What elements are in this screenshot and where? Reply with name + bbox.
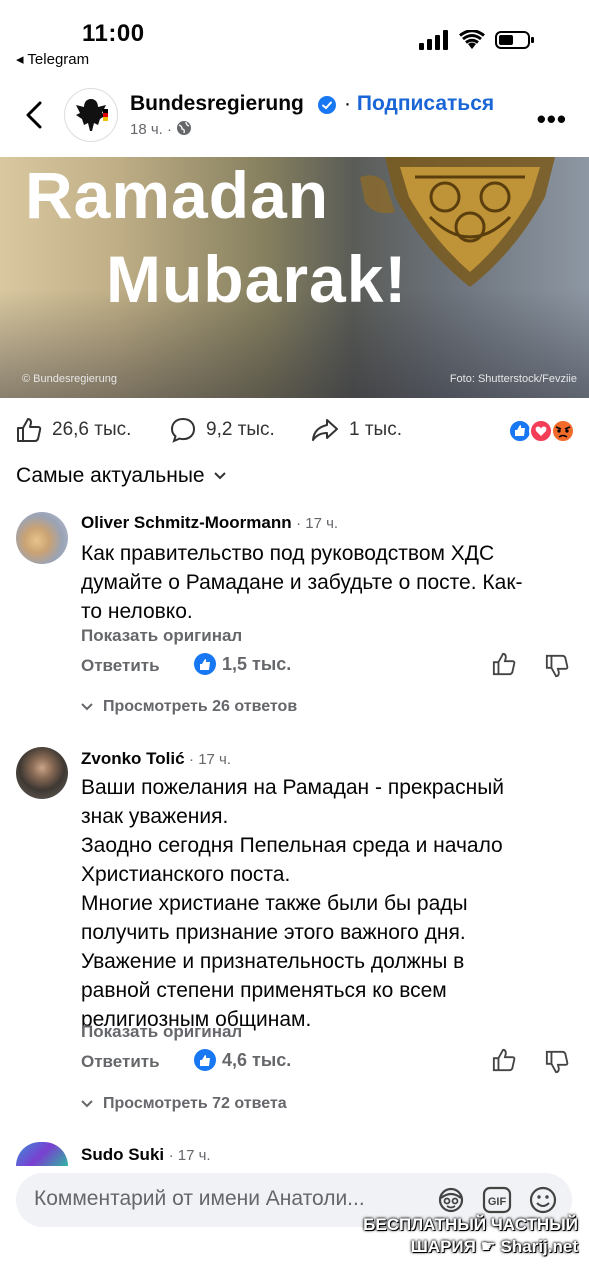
comment-header: Sudo Suki · 17 ч. <box>81 1145 211 1165</box>
banner-credit-right: Foto: Shutterstock/Fevziie <box>449 373 577 385</box>
comment-icon <box>170 417 196 443</box>
comment-likes-count: 1,5 тыс. <box>222 653 292 674</box>
angry-reaction-icon <box>551 419 575 443</box>
comment-text: Ваши пожелания на Рамадан - прекрасный з… <box>81 773 581 1034</box>
view-replies-label: Просмотреть 26 ответов <box>103 698 298 715</box>
eagle-logo-icon <box>76 99 108 131</box>
sort-label: Самые актуальные <box>16 464 205 487</box>
comment-line: знак уважения. <box>81 805 229 828</box>
subscribe-link[interactable]: · Подписаться <box>344 92 494 116</box>
comment-line: Многие христиане также были бы рады <box>81 892 468 915</box>
share-icon <box>312 419 338 441</box>
reactions-summary[interactable] <box>508 418 578 444</box>
comment-author-avatar[interactable] <box>16 512 68 564</box>
back-to-telegram[interactable]: ◂ Telegram <box>16 50 89 68</box>
comment-author-avatar[interactable] <box>16 747 68 799</box>
thumbs-up-icon[interactable] <box>492 1048 516 1072</box>
thumbs-up-icon <box>17 418 42 442</box>
shares-count: 1 тыс. <box>349 419 402 440</box>
reply-button[interactable]: Ответить <box>81 1052 160 1072</box>
subscribe-separator: · <box>344 92 351 115</box>
page-avatar[interactable] <box>64 88 118 142</box>
avatar-sticker-icon[interactable] <box>436 1186 466 1214</box>
reply-button[interactable]: Ответить <box>81 656 160 676</box>
more-options-button[interactable]: ••• <box>537 104 567 135</box>
post-time-text: 18 ч. · <box>130 121 172 138</box>
thumbs-up-icon[interactable] <box>492 652 516 676</box>
view-replies-label: Просмотреть 72 ответа <box>103 1095 287 1112</box>
thumbs-down-icon[interactable] <box>545 1050 569 1074</box>
comment-author-avatar[interactable] <box>16 1142 68 1166</box>
comment-time: · 17 ч. <box>296 515 339 532</box>
comment-likes[interactable]: 4,6 тыс. <box>194 1049 291 1071</box>
page-name[interactable]: Bundesregierung <box>130 92 304 116</box>
banner-title-line2: Mubarak! <box>106 242 408 316</box>
status-icons <box>419 30 535 50</box>
comment-header: Zvonko Tolić · 17 ч. <box>81 749 231 769</box>
comment-time: · 17 ч. <box>189 751 232 768</box>
svg-text:GIF: GIF <box>488 1196 507 1208</box>
view-replies-link[interactable]: Просмотреть 26 ответов <box>81 698 297 716</box>
comment-line: Христианского поста. <box>81 863 291 886</box>
comment-button[interactable]: 9,2 тыс. <box>170 417 275 443</box>
comment-line: получить признание этого важного дня. <box>81 921 466 944</box>
status-time: 11:00 <box>82 20 145 47</box>
post-time: 18 ч. · <box>130 120 192 138</box>
comment-input[interactable] <box>32 1186 426 1212</box>
comment-line: Как правительство под руководством ХДС <box>81 542 495 565</box>
like-reaction-icon <box>194 1049 216 1071</box>
likes-count: 26,6 тыс. <box>52 419 132 440</box>
love-reaction-icon <box>529 419 553 443</box>
comment-author[interactable]: Oliver Schmitz-Moormann <box>81 513 292 532</box>
comment-line: Ваши пожелания на Рамадан - прекрасный <box>81 776 505 799</box>
watermark-line1: БЕСПЛАТНЫЙ ЧАСТНЫЙ <box>363 1215 578 1234</box>
comment-line: Уважение и признательность должны в <box>81 950 465 973</box>
watermark: БЕСПЛАТНЫЙ ЧАСТНЫЙ ШАРИЯ ☛ Sharij.net <box>356 1214 578 1258</box>
signal-icon <box>419 30 448 50</box>
battery-icon <box>495 31 534 49</box>
comment-line: Заодно сегодня Пепельная среда и начало <box>81 834 503 857</box>
comment-likes-count: 4,6 тыс. <box>222 1049 292 1070</box>
banner-credit-left: © Bundesregierung <box>22 373 117 385</box>
back-arrow-icon[interactable] <box>22 100 46 130</box>
show-original-link[interactable]: Показать оригинал <box>81 1022 242 1042</box>
show-original-link[interactable]: Показать оригинал <box>81 626 242 646</box>
post-image[interactable]: Ramadan Mubarak! © Bundesregierung Foto:… <box>0 157 589 398</box>
sort-dropdown[interactable]: Самые актуальные <box>16 464 227 488</box>
subscribe-label[interactable]: Подписаться <box>357 92 494 115</box>
comment-author[interactable]: Zvonko Tolić <box>81 749 185 768</box>
comments-count: 9,2 тыс. <box>206 419 275 440</box>
comment-line: равной степени применяться ко всем <box>81 979 447 1002</box>
gif-icon[interactable]: GIF <box>482 1186 512 1214</box>
comment-line: то неловко. <box>81 600 193 623</box>
chevron-down-icon <box>81 1100 93 1108</box>
banner-title-line1: Ramadan <box>25 158 330 232</box>
view-replies-link[interactable]: Просмотреть 72 ответа <box>81 1095 287 1113</box>
thumbs-down-icon[interactable] <box>545 654 569 678</box>
comment-text: Как правительство под руководством ХДС д… <box>81 539 581 626</box>
emoji-icon[interactable] <box>528 1185 558 1215</box>
like-reaction-icon <box>508 419 532 443</box>
comment-likes[interactable]: 1,5 тыс. <box>194 653 291 675</box>
share-button[interactable]: 1 тыс. <box>311 417 402 443</box>
comment-time: · 17 ч. <box>168 1147 211 1164</box>
comment-line: думайте о Рамадане и забудьте о посте. К… <box>81 571 523 594</box>
verified-badge-icon <box>318 96 336 114</box>
watermark-line2: ШАРИЯ ☛ Sharij.net <box>410 1237 578 1256</box>
comment-header: Oliver Schmitz-Moormann · 17 ч. <box>81 513 338 533</box>
globe-icon <box>177 121 192 135</box>
wifi-icon <box>459 30 485 49</box>
comment-author[interactable]: Sudo Suki <box>81 1145 164 1164</box>
like-button[interactable]: 26,6 тыс. <box>16 417 131 443</box>
like-reaction-icon <box>194 653 216 675</box>
chevron-down-icon <box>81 703 93 711</box>
chevron-down-icon <box>213 472 226 480</box>
